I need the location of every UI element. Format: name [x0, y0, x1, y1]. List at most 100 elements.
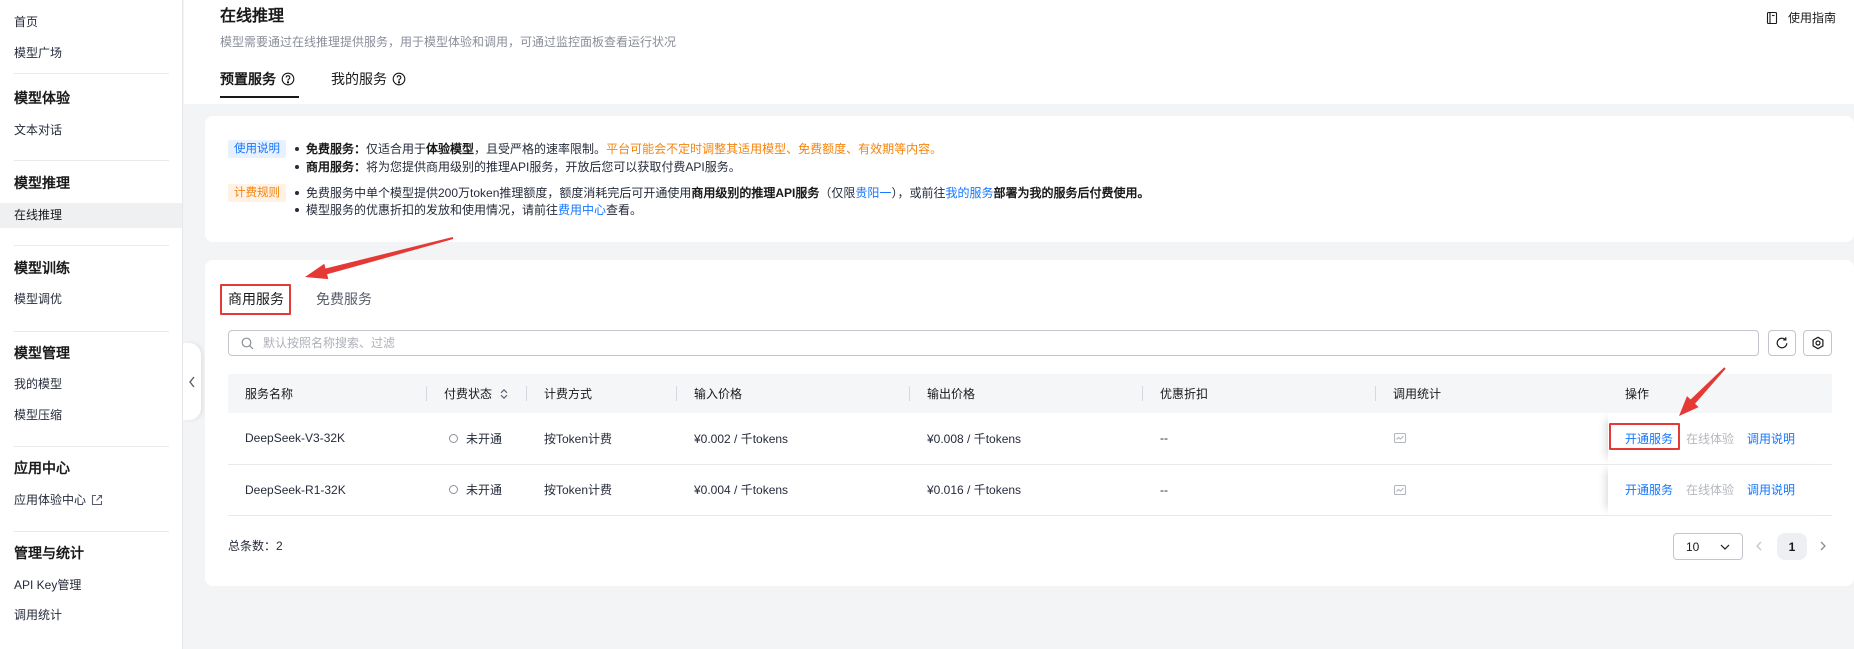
- services-card: 商用服务 免费服务 服务名称 付费状态: [205, 260, 1854, 586]
- sidebar-item-label: 调用统计: [14, 607, 63, 622]
- sidebar-group-label: 模型管理: [14, 344, 70, 361]
- sidebar-item-app-experience-center[interactable]: 应用体验中心: [0, 488, 182, 513]
- monitor-chart-icon[interactable]: [1393, 431, 1608, 445]
- tab-free-services[interactable]: 免费服务: [316, 289, 372, 309]
- refresh-button[interactable]: [1768, 330, 1796, 356]
- sidebar-group-title: 模型训练: [0, 256, 182, 281]
- sidebar-item-text-chat[interactable]: 文本对话: [0, 118, 182, 143]
- cell-billing-method: 按Token计费: [527, 413, 677, 465]
- notice-highlight: 商用级别的推理API服务: [691, 186, 820, 200]
- notice-text: 仅适合用于: [366, 142, 427, 156]
- sidebar-item-label: 首页: [14, 14, 39, 29]
- billing-center-link[interactable]: 费用中心: [558, 203, 606, 217]
- next-page-chevron-icon[interactable]: [1817, 540, 1829, 552]
- sidebar-group-title: 模型管理: [0, 341, 182, 366]
- column-header-billing-method: 计费方式: [527, 374, 677, 413]
- api-docs-link[interactable]: 调用说明: [1747, 483, 1795, 497]
- usage-guide-label: 使用指南: [1788, 11, 1837, 25]
- column-header-label: 优惠折扣: [1160, 387, 1209, 401]
- notice-text: 查看。: [606, 203, 643, 217]
- notice-warning: 平台可能会不定时调整其适用模型、免费额度、有效期等内容。: [606, 142, 943, 156]
- column-header-discount: 优惠折扣: [1143, 374, 1376, 413]
- status-text: 未开通: [466, 483, 503, 497]
- tab-my-services[interactable]: 我的服务: [331, 69, 406, 89]
- total-count: 总条数：2: [228, 537, 283, 555]
- sidebar-item-label: API Key管理: [14, 577, 82, 592]
- sidebar-item-model-square[interactable]: 模型广场: [0, 41, 182, 66]
- notice-text: （仅限: [819, 186, 856, 200]
- sidebar-group-label: 模型推理: [14, 174, 70, 191]
- question-circle-icon[interactable]: [392, 72, 406, 86]
- tab-label: 预置服务: [220, 71, 276, 87]
- sidebar-group-title: 管理与统计: [0, 541, 182, 566]
- question-circle-icon[interactable]: [281, 72, 295, 86]
- sidebar-item-label: 模型广场: [14, 45, 63, 60]
- sidebar-item-usage-statistics[interactable]: 调用统计: [0, 603, 182, 628]
- billing-rules-tag: 计费规则: [228, 184, 286, 202]
- sidebar-item-model-tuning[interactable]: 模型调优: [0, 287, 182, 312]
- settings-button[interactable]: [1803, 330, 1832, 356]
- page-size-select[interactable]: 10: [1673, 533, 1743, 560]
- annotation-highlight-box: [220, 284, 291, 315]
- sidebar-divider: [14, 331, 169, 332]
- cell-output-price: ¥0.016 / 千tokens: [910, 464, 1143, 516]
- table-header-row: 服务名称 付费状态 计费方式 输入价格 输出价格 优惠折扣 调用统计 操作: [228, 374, 1832, 413]
- tab-label: 我的服务: [331, 71, 387, 87]
- notice-highlight: 部署为我的服务后付费使用。: [993, 186, 1150, 200]
- column-header-label: 操作: [1625, 387, 1650, 401]
- online-trial-link[interactable]: 在线体验: [1686, 432, 1734, 446]
- sidebar-item-api-key-management[interactable]: API Key管理: [0, 573, 182, 598]
- book-icon: [1765, 11, 1779, 25]
- api-docs-link[interactable]: 调用说明: [1747, 432, 1795, 446]
- refresh-icon: [1775, 336, 1789, 350]
- cell-discount: --: [1143, 464, 1376, 516]
- sidebar: 首页 模型广场 模型体验 文本对话 模型推理 在线推理 模型训练 模型调优 模型…: [0, 0, 183, 649]
- sidebar-item-label: 我的模型: [14, 376, 63, 391]
- status-text: 未开通: [466, 431, 503, 446]
- region-link[interactable]: 贵阳一: [855, 186, 891, 200]
- tab-preset-services[interactable]: 预置服务: [220, 69, 295, 89]
- cell-actions: 开通服务 在线体验 调用说明: [1608, 464, 1832, 516]
- cell-billing-method: 按Token计费: [527, 464, 677, 516]
- prev-page-chevron-icon[interactable]: [1753, 540, 1765, 552]
- sidebar-group-title: 模型体验: [0, 86, 182, 111]
- total-count-value: 2: [276, 539, 283, 553]
- cell-call-statistics: [1376, 464, 1608, 516]
- monitor-chart-icon[interactable]: [1393, 483, 1608, 497]
- status-circle-icon: [449, 433, 458, 443]
- notice-free-service: 免费服务：仅适合用于体验模型，且受严格的速率限制。平台可能会不定时调整其适用模型…: [293, 140, 942, 158]
- sidebar-group-title: 模型推理: [0, 171, 182, 196]
- sidebar-item-label: 应用体验中心: [14, 492, 87, 507]
- page-header: 在线推理 模型需要通过在线推理提供服务，用于模型体验和调用，可通过监控面板查看运…: [184, 0, 1854, 104]
- notice-highlight: 体验模型: [426, 142, 475, 156]
- notice-card: 使用说明 免费服务：仅适合用于体验模型，且受严格的速率限制。平台可能会不定时调整…: [205, 116, 1854, 242]
- usage-tag: 使用说明: [228, 140, 286, 158]
- sidebar-divider: [14, 446, 169, 447]
- column-header-service-name: 服务名称: [228, 374, 427, 413]
- column-header-call-statistics: 调用统计: [1376, 374, 1608, 413]
- filter-sort-icon[interactable]: [498, 388, 510, 400]
- sidebar-group-label: 模型训练: [14, 259, 70, 276]
- sidebar-item-home[interactable]: 首页: [0, 10, 182, 35]
- page-number-current[interactable]: 1: [1777, 533, 1807, 560]
- sidebar-item-label: 在线推理: [14, 207, 63, 222]
- notice-commercial-service: 商用服务：将为您提供商用级别的推理API服务，开放后您可以获取付费API服务。: [293, 158, 741, 176]
- my-service-link[interactable]: 我的服务: [945, 186, 993, 200]
- column-header-actions: 操作: [1608, 374, 1832, 413]
- sidebar-item-online-inference[interactable]: 在线推理: [0, 202, 182, 228]
- search-input[interactable]: [229, 331, 1758, 355]
- column-header-output-price: 输出价格: [910, 374, 1143, 413]
- cell-discount: --: [1143, 413, 1376, 465]
- chevron-left-icon: [187, 375, 197, 389]
- cell-billing-status: 未开通: [427, 413, 527, 465]
- online-trial-link[interactable]: 在线体验: [1686, 483, 1734, 497]
- column-header-label: 输入价格: [694, 387, 743, 401]
- usage-guide-link[interactable]: 使用指南: [1765, 9, 1836, 27]
- sidebar-item-my-models[interactable]: 我的模型: [0, 372, 182, 397]
- column-header-label: 付费状态: [444, 387, 493, 401]
- sidebar-collapse-button[interactable]: [183, 343, 201, 420]
- sidebar-item-model-compression[interactable]: 模型压缩: [0, 403, 182, 428]
- notice-text: ，且受严格的速率限制。: [474, 142, 607, 156]
- activate-service-link[interactable]: 开通服务: [1625, 483, 1673, 497]
- page-title: 在线推理: [220, 8, 285, 25]
